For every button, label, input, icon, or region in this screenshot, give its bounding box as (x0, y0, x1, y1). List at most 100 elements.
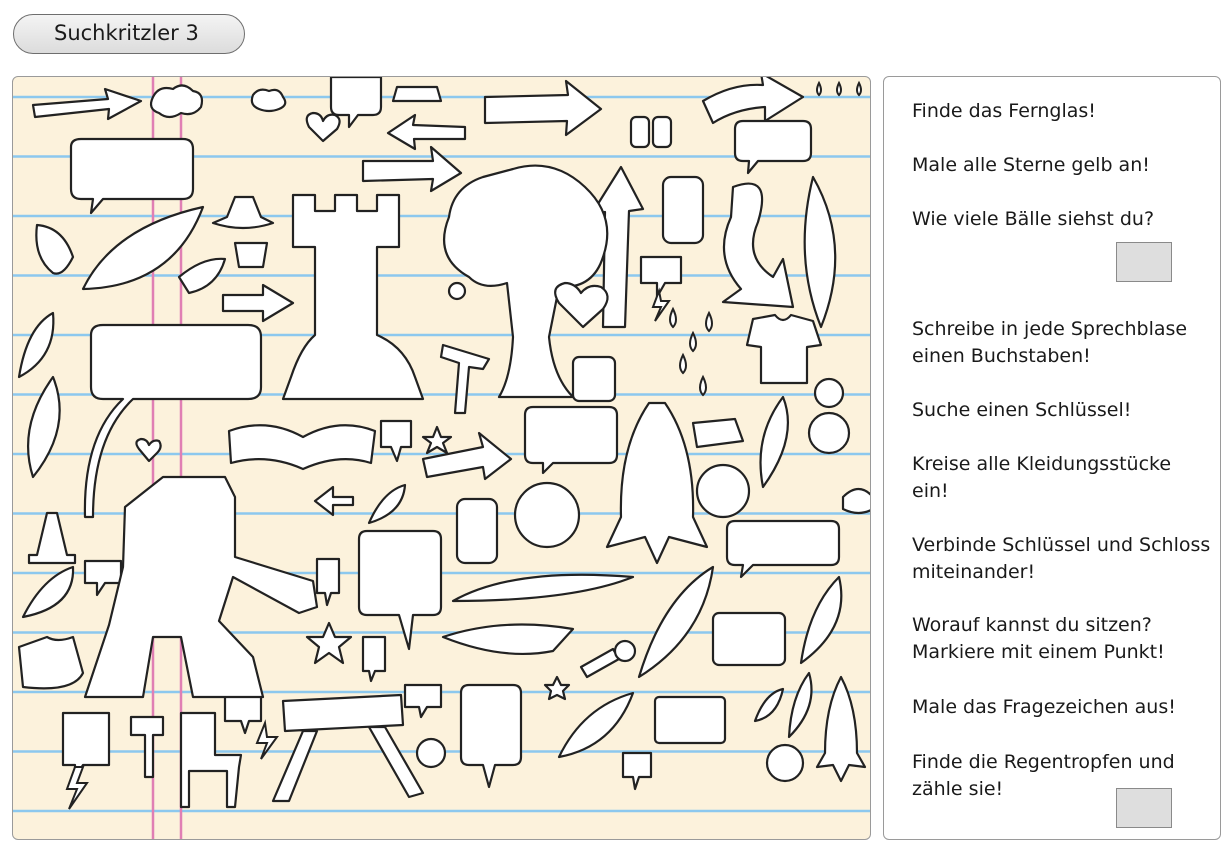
task-color-question-mark: Male das Fragezeichen aus! (912, 696, 1176, 718)
leaf-doodle (759, 395, 789, 489)
speech-bubble-doodle (83, 559, 123, 597)
speech-bubble-doodle (733, 119, 813, 175)
arrow-doodle (313, 485, 355, 517)
speech-bubble-doodle (621, 751, 653, 791)
ufo-doodle (841, 487, 870, 515)
key-doodle (579, 647, 621, 679)
task-panel: Finde das Fernglas! Male alle Sterne gel… (883, 76, 1221, 840)
leaf-doodle (787, 671, 813, 739)
raindrop-doodle (836, 80, 842, 97)
telephone-doodle (691, 417, 745, 449)
binoculars-doodle (629, 115, 651, 149)
speech-bubble-doodle (61, 711, 111, 779)
speech-bubble-doodle (361, 635, 387, 683)
apple-doodle (765, 743, 805, 783)
spaceship-doodle (451, 573, 635, 603)
speech-bubble-doodle (315, 557, 341, 607)
hat-doodle (211, 195, 275, 230)
heart-doodle (135, 437, 162, 463)
arrow-doodle (483, 79, 603, 137)
raindrop-doodle (689, 330, 697, 353)
rook-tower-doodle (281, 193, 425, 401)
leaf-doodle (367, 483, 407, 525)
barrier-doodle (271, 693, 425, 803)
raindrop-doodle (669, 306, 677, 329)
worksheet-title: Suchkritzler 3 (13, 14, 245, 54)
rocket-doodle (605, 401, 709, 565)
leaf-doodle (21, 565, 75, 619)
leaf-doodle (177, 257, 227, 295)
arrow-doodle (31, 87, 143, 121)
task-count-balls: Wie viele Bälle siehst du? (912, 208, 1155, 230)
raindrop-doodle (816, 80, 822, 97)
hammer-doodle (439, 343, 491, 415)
book-doodle (227, 424, 377, 471)
snowman-doodle (807, 411, 851, 455)
heart-doodle (305, 111, 341, 143)
arrow-doodle (701, 77, 805, 125)
snowman-doodle (813, 377, 845, 409)
microphone-doodle (447, 281, 467, 301)
task-mark-seat: Worauf kannst du sitzen? Markiere mit ei… (912, 614, 1165, 663)
question-mark-doodle (415, 737, 447, 769)
arrow-doodle (361, 145, 463, 193)
doodle-puzzle-image (12, 76, 871, 840)
key-doodle (613, 639, 637, 663)
speech-bubble-doodle (69, 137, 195, 215)
leaf-doodle (803, 175, 837, 329)
arrow-doodle (386, 113, 467, 151)
task-find-binoculars: Finde das Fernglas! (912, 100, 1096, 122)
star-doodle (543, 675, 571, 701)
television-doodle (711, 611, 787, 667)
lightning-doodle (651, 287, 671, 322)
mobile-phone-doodle (455, 497, 499, 565)
raindrop-doodle (705, 310, 713, 333)
soccer-ball-doodle (695, 463, 751, 519)
balls-count-input[interactable] (1116, 242, 1172, 282)
speech-bubble-doodle (639, 255, 683, 299)
task-color-stars: Male alle Sterne gelb an! (912, 154, 1150, 176)
suitcase-doodle (653, 695, 727, 745)
lightning-doodle (65, 766, 89, 810)
speech-bubble-doodle (403, 683, 443, 719)
arrow-doodle (721, 182, 795, 309)
task-find-key: Suche einen Schlüssel! (912, 399, 1132, 421)
leaf-doodle (35, 223, 75, 275)
traffic-cone-doodle (27, 511, 77, 565)
stool-doodle (233, 241, 269, 269)
raindrops-count-input[interactable] (1116, 788, 1172, 828)
shoe-doodle (17, 635, 85, 690)
basketball-doodle (513, 481, 581, 549)
speech-bubble-doodle (459, 683, 523, 789)
robot-doodle (83, 475, 319, 699)
cloud-doodle (250, 88, 287, 113)
spaceship-doodle (441, 623, 575, 656)
speech-bubble-doodle (725, 519, 841, 579)
raindrop-doodle (699, 374, 707, 397)
t-shirt-doodle (745, 313, 823, 385)
speech-bubble-doodle (523, 405, 619, 475)
smartphone-doodle (661, 175, 705, 245)
heart-doodle (554, 281, 609, 329)
task-connect-key-lock: Verbinde Schlüssel und Schloss miteinand… (912, 534, 1211, 583)
star-doodle (305, 621, 353, 665)
doodle-drawing (13, 77, 870, 839)
task-speech-bubbles: Schreibe in jede Sprechblase einen Buchs… (912, 318, 1188, 367)
mailbox-doodle (129, 715, 165, 779)
leaf-doodle (637, 565, 715, 679)
leaf-doodle (27, 375, 61, 479)
bowl-doodle (391, 85, 443, 103)
arrow-doodle (221, 283, 295, 323)
raindrop-doodle (679, 352, 687, 375)
raindrop-doodle (856, 80, 862, 97)
chair-doodle (179, 711, 243, 809)
padlock-doodle (571, 355, 617, 403)
leaf-doodle (799, 575, 843, 665)
cloud-doodle (149, 84, 204, 119)
leaf-doodle (753, 687, 785, 723)
leaf-doodle (17, 311, 55, 379)
star-doodle (421, 425, 453, 455)
leaf-doodle (557, 691, 635, 759)
lightning-doodle (255, 719, 279, 760)
binoculars-doodle (651, 115, 673, 149)
